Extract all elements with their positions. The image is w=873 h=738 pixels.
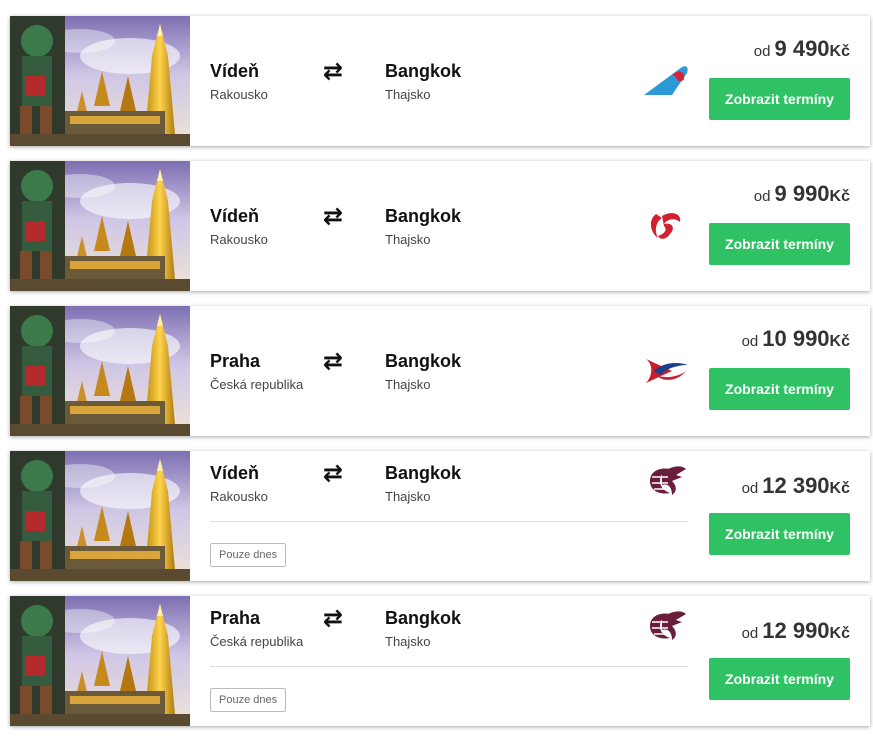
price-currency: Kč xyxy=(829,480,850,497)
destination-photo xyxy=(10,596,190,726)
price: od 10 990Kč xyxy=(742,326,850,352)
destination-country: Thajsko xyxy=(385,232,431,247)
price: od 12 990Kč xyxy=(742,618,850,644)
origin-country: Česká republika xyxy=(210,377,304,392)
price: od 9 990Kč xyxy=(754,181,850,207)
divider xyxy=(210,666,688,667)
origin-city: Praha xyxy=(210,608,261,628)
origin-city: Vídeň xyxy=(210,463,260,483)
price-prefix: od xyxy=(741,333,759,350)
offer-body: Praha Česká republika ⇄ Bangkok Thajsko … xyxy=(190,306,870,436)
destination-city: Bangkok xyxy=(385,351,462,371)
flight-offer-card[interactable]: Praha Česká republika ⇄ Bangkok Thajsko … xyxy=(10,596,870,726)
price: od 12 390Kč xyxy=(742,473,850,499)
destination-country: Thajsko xyxy=(385,634,431,649)
price-prefix: od xyxy=(741,625,759,642)
origin-country: Rakousko xyxy=(210,87,268,102)
qatar-airways-logo-icon xyxy=(642,461,690,501)
show-dates-button[interactable]: Zobrazit termíny xyxy=(709,223,850,265)
flight-offer-card[interactable]: Vídeň Rakousko ⇄ Bangkok Thajsko Pouze d… xyxy=(10,451,870,581)
price-prefix: od xyxy=(753,188,771,205)
destination-country: Thajsko xyxy=(385,87,431,102)
price-prefix: od xyxy=(741,480,759,497)
offer-body: Vídeň Rakousko ⇄ Bangkok Thajsko Pouze d… xyxy=(190,451,870,581)
price-currency: Kč xyxy=(829,188,850,205)
price-value: 10 990 xyxy=(762,326,830,351)
origin-country: Rakousko xyxy=(210,489,268,504)
price-value: 12 990 xyxy=(762,618,830,643)
price-currency: Kč xyxy=(829,333,850,350)
destination-city: Bangkok xyxy=(385,463,462,483)
round-trip-arrows-icon: ⇄ xyxy=(323,58,344,85)
destination-country: Thajsko xyxy=(385,489,431,504)
air-china-logo-icon xyxy=(642,206,690,246)
price-value: 12 390 xyxy=(762,473,830,498)
show-dates-button[interactable]: Zobrazit termíny xyxy=(709,658,850,700)
round-trip-arrows-icon: ⇄ xyxy=(323,605,344,632)
offer-body: Vídeň Rakousko ⇄ Bangkok Thajsko od 9 490… xyxy=(190,16,870,146)
price-currency: Kč xyxy=(829,43,850,60)
china-eastern-logo-icon xyxy=(642,351,690,391)
round-trip-arrows-icon: ⇄ xyxy=(323,203,344,230)
flight-offer-card[interactable]: Vídeň Rakousko ⇄ Bangkok Thajsko od 9 990… xyxy=(10,161,870,291)
destination-photo xyxy=(10,306,190,436)
china-southern-logo-icon xyxy=(642,61,690,101)
only-today-badge: Pouze dnes xyxy=(210,688,287,712)
origin-city: Vídeň xyxy=(210,206,260,226)
qatar-airways-logo-icon xyxy=(642,606,690,646)
destination-city: Bangkok xyxy=(385,206,462,226)
show-dates-button[interactable]: Zobrazit termíny xyxy=(709,78,850,120)
round-trip-arrows-icon: ⇄ xyxy=(323,460,344,487)
only-today-badge: Pouze dnes xyxy=(210,543,287,567)
origin-country: Česká republika xyxy=(210,634,304,649)
destination-city: Bangkok xyxy=(385,61,462,81)
destination-country: Thajsko xyxy=(385,377,431,392)
flight-offer-card[interactable]: Praha Česká republika ⇄ Bangkok Thajsko … xyxy=(10,306,870,436)
price-value: 9 490 xyxy=(774,36,830,61)
offer-body: Vídeň Rakousko ⇄ Bangkok Thajsko od 9 990… xyxy=(190,161,870,291)
destination-photo xyxy=(10,16,190,146)
round-trip-arrows-icon: ⇄ xyxy=(323,348,344,375)
price-prefix: od xyxy=(753,43,771,60)
origin-country: Rakousko xyxy=(210,232,268,247)
flight-offer-card[interactable]: Vídeň Rakousko ⇄ Bangkok Thajsko od 9 490… xyxy=(10,16,870,146)
show-dates-button[interactable]: Zobrazit termíny xyxy=(709,368,850,410)
destination-photo xyxy=(10,161,190,291)
divider xyxy=(210,521,688,522)
origin-city: Praha xyxy=(210,351,261,371)
destination-city: Bangkok xyxy=(385,608,462,628)
price-currency: Kč xyxy=(829,625,850,642)
destination-photo xyxy=(10,451,190,581)
offer-body: Praha Česká republika ⇄ Bangkok Thajsko … xyxy=(190,596,870,726)
price: od 9 490Kč xyxy=(754,36,850,62)
show-dates-button[interactable]: Zobrazit termíny xyxy=(709,513,850,555)
origin-city: Vídeň xyxy=(210,61,260,81)
price-value: 9 990 xyxy=(774,181,830,206)
